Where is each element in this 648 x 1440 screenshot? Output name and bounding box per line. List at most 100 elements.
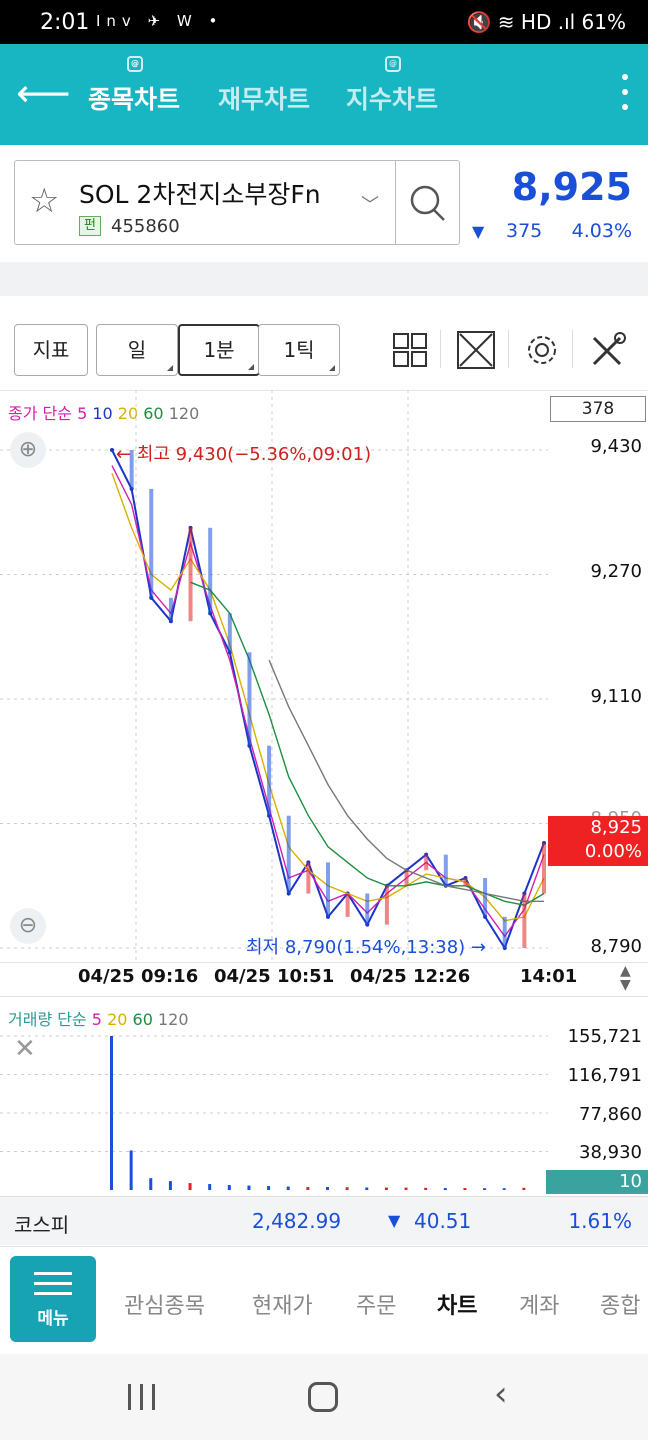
- tab-label: 종목차트: [88, 85, 181, 114]
- layout-grid-icon[interactable]: [388, 328, 432, 372]
- kospi-value: 2,482.99: [252, 1209, 342, 1233]
- candle: [286, 815, 291, 894]
- y-tick: 9,270: [590, 561, 642, 582]
- candle: [326, 862, 330, 917]
- nav-account[interactable]: 계좌: [519, 1288, 559, 1320]
- candle: [208, 527, 213, 614]
- high-label: ← 최고 9,430(−5.36%,09:01): [116, 444, 372, 465]
- expand-icon[interactable]: [454, 328, 498, 372]
- nav-watchlist[interactable]: 관심종목: [124, 1288, 205, 1320]
- tag-price: 8,925: [590, 817, 642, 838]
- volume-bar: [267, 1186, 271, 1190]
- nav-order[interactable]: 주문: [356, 1288, 396, 1320]
- nav-overview[interactable]: 종합: [600, 1294, 640, 1319]
- search-icon: [410, 185, 445, 221]
- x-tick: 04/25 12:26: [350, 966, 471, 987]
- data-point: [110, 448, 114, 452]
- system-status: 🔇 ≋ HD .ıl 61%: [466, 10, 626, 34]
- y-tick: 8,790: [590, 936, 642, 957]
- volume-bar: [110, 1036, 113, 1190]
- tab-stock-chart[interactable]: @ 종목차트: [88, 56, 181, 116]
- search-button[interactable]: [395, 161, 460, 244]
- tools-icon[interactable]: [586, 328, 630, 372]
- candle: [424, 854, 429, 871]
- volume-bar: [463, 1188, 467, 1190]
- candle: [306, 862, 311, 894]
- series-line-20: [111, 473, 545, 922]
- nav-overview-clip: 종합: [600, 1288, 648, 1320]
- low-label-text: 최저 8,790(1.54%,13:38): [246, 937, 466, 958]
- home-icon[interactable]: [308, 1382, 338, 1412]
- y-tick: 9,110: [590, 686, 642, 707]
- volume-bar: [345, 1187, 349, 1190]
- toolbar-separator: [508, 330, 509, 368]
- zoom-out-icon[interactable]: ⊖: [10, 908, 46, 944]
- candle: [168, 597, 173, 622]
- chevron-down-icon[interactable]: ﹀: [361, 191, 379, 217]
- kospi-label: 코스피: [14, 1213, 70, 1237]
- volume-bar: [365, 1187, 369, 1190]
- period-day-button[interactable]: 일: [96, 324, 178, 376]
- y-tick: 9,430: [590, 436, 642, 457]
- price-change-percent: 4.03%: [571, 220, 632, 242]
- x-tick: 04/25 09:16: [78, 966, 199, 987]
- kospi-change: 40.51: [414, 1209, 472, 1233]
- volume-bar: [483, 1188, 487, 1190]
- recent-apps-icon[interactable]: [128, 1384, 158, 1412]
- period-1min-button[interactable]: 1분: [178, 324, 260, 376]
- volume-bar: [384, 1187, 388, 1190]
- volume-bar: [247, 1185, 251, 1190]
- zoom-in-icon[interactable]: ⊕: [10, 432, 46, 468]
- back-icon[interactable]: ‹: [494, 1374, 508, 1414]
- volume-bar: [326, 1187, 329, 1190]
- candle: [463, 877, 468, 886]
- price-change: 375: [506, 220, 543, 242]
- current-volume-tag: 10: [546, 1170, 648, 1194]
- volume-bar: [502, 1188, 506, 1190]
- back-arrow-icon[interactable]: ⟵: [16, 74, 70, 112]
- scroll-arrows-icon[interactable]: ▲ ▼: [620, 964, 631, 992]
- menu-button[interactable]: 메뉴: [10, 1256, 96, 1342]
- stock-code: 455860: [111, 216, 180, 237]
- indicator-label: 지표: [32, 338, 70, 362]
- tab-financial-chart[interactable]: 재무차트: [218, 80, 310, 116]
- toolbar-separator: [572, 330, 573, 368]
- divider-band: [0, 262, 648, 296]
- price-chart-svg: [0, 390, 548, 962]
- tab-label: 재무차트: [218, 85, 311, 114]
- candle: [522, 893, 527, 948]
- status-bar: 2:01 Inv ✈ W • 🔇 ≋ HD .ıl 61%: [0, 0, 648, 44]
- stock-selector[interactable]: ☆ SOL 2차전지소부장Fn 펀 455860 ﹀: [14, 160, 460, 245]
- x-tick: 04/25 10:51: [214, 966, 335, 987]
- tab-index-chart[interactable]: @ 지수차트: [346, 56, 438, 116]
- candle: [404, 870, 409, 886]
- nav-chart[interactable]: 차트: [437, 1288, 477, 1320]
- volume-bar: [404, 1187, 408, 1190]
- indicator-button[interactable]: 지표: [14, 324, 88, 376]
- tag-percent: 0.00%: [584, 841, 642, 862]
- more-vertical-icon[interactable]: [622, 74, 628, 119]
- kospi-percent: 1.61%: [568, 1209, 632, 1233]
- volume-bar: [188, 1183, 192, 1190]
- volume-bar: [149, 1178, 153, 1190]
- period-1tick-button[interactable]: 1틱: [258, 324, 340, 376]
- volume-bar: [208, 1184, 212, 1190]
- candle: [542, 842, 546, 894]
- notification-icons: Inv ✈ W •: [96, 12, 224, 30]
- vol-y-tick: 116,791: [567, 1065, 642, 1086]
- favorite-star-icon[interactable]: ☆: [29, 181, 59, 221]
- menu-label: 메뉴: [37, 1309, 69, 1329]
- nav-current-price[interactable]: 현재가: [252, 1288, 313, 1320]
- period-label: 일: [127, 338, 147, 362]
- volume-bar: [443, 1188, 447, 1190]
- settings-gear-icon[interactable]: [520, 328, 564, 372]
- series-line-60: [190, 581, 545, 906]
- candle: [443, 854, 448, 886]
- volume-bar: [286, 1186, 290, 1190]
- volume-bar: [522, 1187, 526, 1190]
- low-label: 최저 8,790(1.54%,13:38) →: [246, 937, 487, 958]
- vol-y-tick: 155,721: [567, 1026, 642, 1047]
- volume-bar: [129, 1150, 133, 1190]
- down-arrow-icon: ▼: [472, 222, 485, 241]
- vol-y-tick: 38,930: [579, 1142, 642, 1163]
